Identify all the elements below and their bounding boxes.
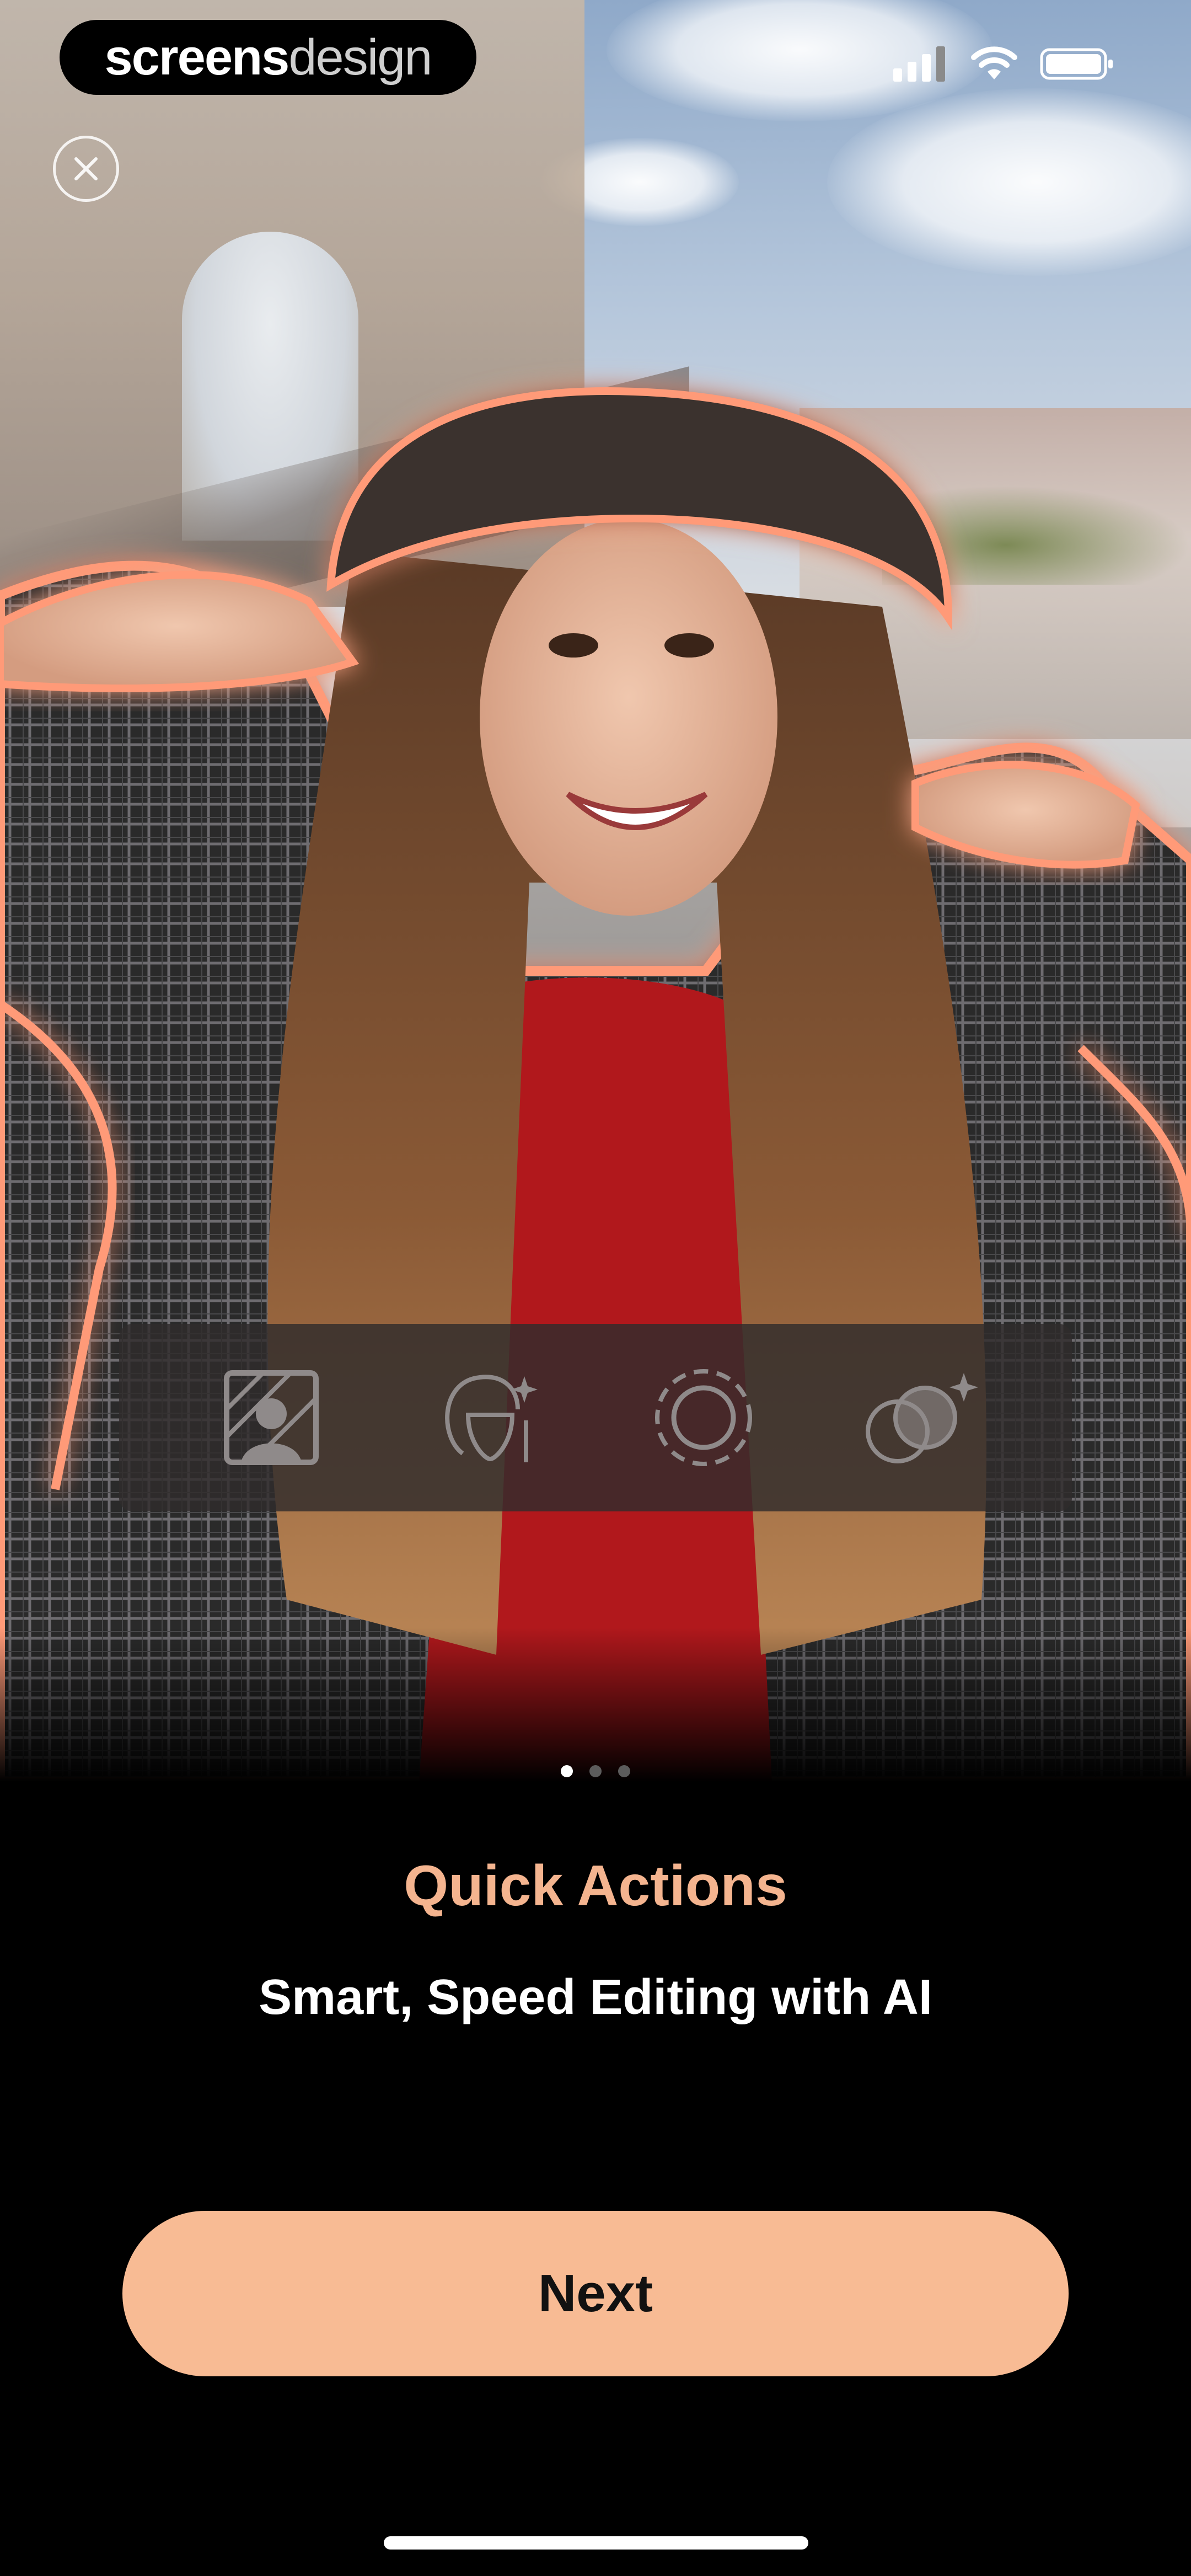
brand-logo-bold: screens — [104, 29, 290, 85]
action-face-ai[interactable] — [424, 1354, 551, 1481]
subject-cutout — [0, 387, 1191, 1782]
next-button[interactable]: Next — [122, 2211, 1069, 2376]
home-indicator[interactable] — [384, 2536, 808, 2550]
hero-photo — [0, 0, 1191, 1782]
face-retouch-ai-icon — [445, 1375, 538, 1462]
brand-logo-light: design — [288, 29, 432, 85]
blend-sparkle-icon — [866, 1373, 978, 1463]
portrait-background-icon — [224, 1370, 319, 1465]
battery-icon — [1040, 48, 1113, 80]
close-button[interactable] — [53, 136, 119, 202]
blur-circle-icon — [655, 1369, 752, 1466]
action-blend[interactable] — [856, 1354, 983, 1481]
quick-actions-bar — [119, 1324, 1072, 1511]
page-dot-active — [561, 1765, 573, 1777]
onboarding-screen: screens design Quick Actions Smart, Spee… — [0, 0, 1191, 2576]
onboarding-title: Quick Actions — [404, 1854, 787, 1918]
onboarding-subtitle: Smart, Speed Editing with AI — [259, 1970, 932, 2025]
status-bar — [893, 46, 1114, 82]
close-icon — [74, 157, 98, 180]
page-dot — [618, 1765, 630, 1777]
brand-logo: screens design — [60, 20, 476, 95]
action-background[interactable] — [208, 1354, 335, 1481]
page-indicator — [0, 1765, 1191, 1777]
signal-icon — [893, 46, 945, 82]
page-dot — [589, 1765, 602, 1777]
action-blur[interactable] — [640, 1354, 767, 1481]
wifi-icon — [971, 46, 1017, 79]
